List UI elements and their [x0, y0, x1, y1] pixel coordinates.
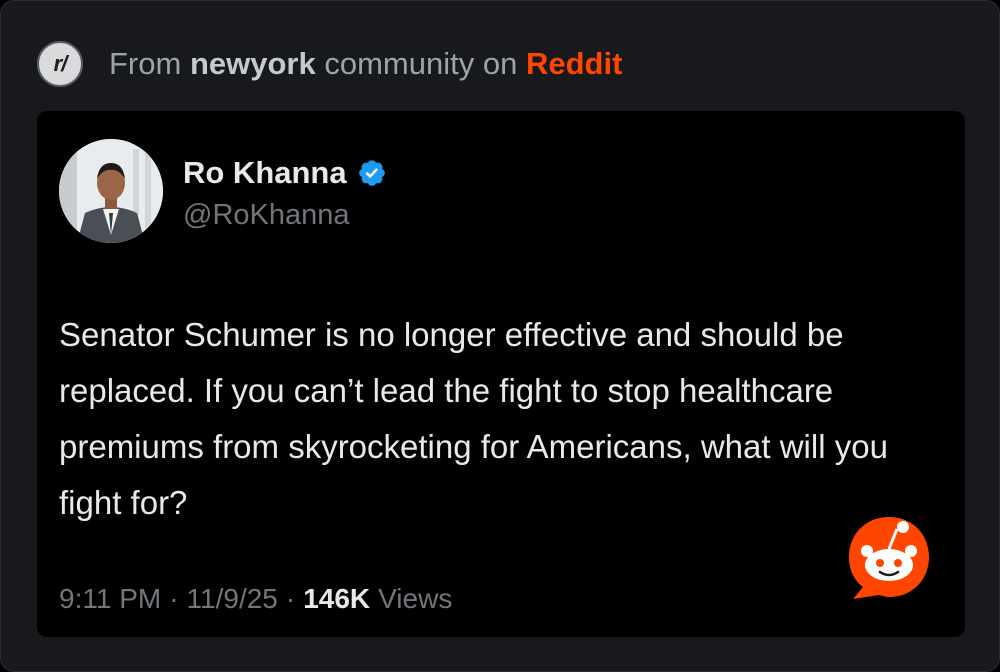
- meta-separator: ·: [285, 583, 296, 614]
- avatar-photo: [59, 139, 163, 243]
- tweet-date[interactable]: 11/9/25: [187, 583, 278, 615]
- community-link[interactable]: newyork: [190, 46, 316, 81]
- subreddit-icon[interactable]: r/: [37, 41, 83, 87]
- source-bar: r/ From newyork community on Reddit: [37, 39, 622, 89]
- author-handle[interactable]: @RoKhanna: [183, 199, 387, 232]
- reddit-snoo-icon[interactable]: [843, 511, 935, 603]
- reddit-embed-frame: r/ From newyork community on Reddit Ro K…: [0, 0, 1000, 672]
- tweet-meta: 9:11 PM · 11/9/25 · 146K Views: [59, 583, 452, 615]
- tweet-text: Senator Schumer is no longer effective a…: [59, 316, 888, 521]
- meta-separator: ·: [169, 583, 179, 614]
- avatar[interactable]: [59, 139, 163, 243]
- author-block: Ro Khanna @RoKhanna: [183, 155, 387, 232]
- tweet-card[interactable]: Ro Khanna @RoKhanna Senator Schumer is n…: [37, 111, 965, 637]
- views-label: Views: [378, 583, 453, 614]
- source-middle: community on: [324, 46, 518, 81]
- tweet-time[interactable]: 9:11 PM: [59, 583, 161, 615]
- source-prefix: From: [109, 46, 182, 81]
- source-line: From newyork community on Reddit: [109, 46, 622, 82]
- views-count: 146K: [303, 583, 371, 614]
- reddit-link[interactable]: Reddit: [526, 46, 622, 81]
- author-name[interactable]: Ro Khanna: [183, 155, 347, 191]
- verified-badge-icon: [358, 160, 385, 186]
